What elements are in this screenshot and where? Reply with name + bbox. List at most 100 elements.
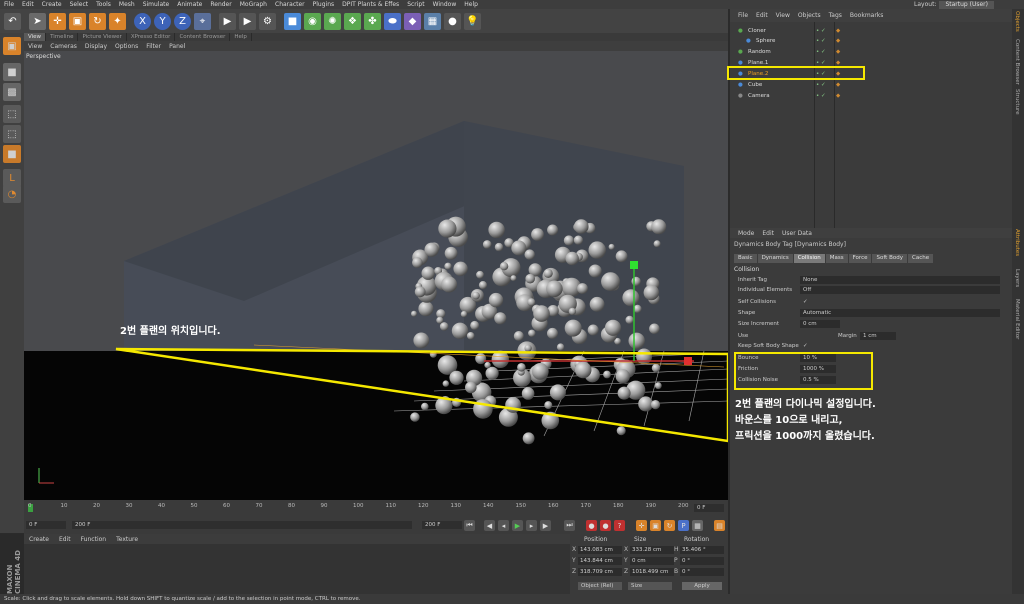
recent-tool-icon[interactable]: ✦	[109, 12, 126, 30]
rotate-icon[interactable]: ↻	[89, 12, 106, 30]
polygons-mode-icon[interactable]: ■	[3, 145, 21, 163]
viewport-menu-display[interactable]: Display	[81, 43, 111, 50]
menu-item-mograph[interactable]: MoGraph	[236, 1, 271, 8]
record-icon[interactable]: ●	[586, 520, 597, 531]
end-frame-field[interactable]: 200 F	[422, 521, 462, 529]
side-tab-attributes[interactable]: Attributes	[1014, 229, 1020, 256]
scale-icon[interactable]: ▣	[69, 12, 86, 30]
start-frame-field[interactable]: 0 F	[26, 521, 66, 529]
om-menu-edit[interactable]: Edit	[752, 12, 772, 19]
move-icon[interactable]: ✛	[49, 12, 66, 30]
make-editable-icon[interactable]: ▣	[3, 37, 21, 55]
object-row-cube[interactable]: ● Cube • ✓ ◆	[730, 80, 1012, 91]
object-row-camera[interactable]: ● Camera • ✓ ◆	[730, 91, 1012, 102]
tab-picture-viewer[interactable]: Picture Viewer	[78, 33, 127, 41]
tab-xpresso-editor[interactable]: XPresso Editor	[127, 33, 176, 41]
prev-frame-icon[interactable]: ◂	[498, 520, 509, 531]
om-menu-file[interactable]: File	[734, 12, 752, 19]
tab-timeline[interactable]: Timeline	[46, 33, 79, 41]
menu-item-character[interactable]: Character	[271, 1, 309, 8]
side-tab-content-browser[interactable]: Content Browser	[1014, 39, 1020, 85]
object-row-random[interactable]: ● Random • ✓ ◆	[730, 47, 1012, 58]
coord-mode-dropdown[interactable]: Object (Rel)	[578, 582, 622, 590]
camera-icon[interactable]: ●	[444, 12, 461, 30]
menu-item-script[interactable]: Script	[403, 1, 428, 8]
menu-item-edit[interactable]: Edit	[18, 1, 38, 8]
go-start-icon[interactable]: ⏮	[464, 520, 475, 531]
object-row-sphere[interactable]: ● Sphere • ✓ ◆	[730, 36, 1012, 47]
frame-range-slider[interactable]: 200 F	[72, 521, 412, 529]
margin-field[interactable]: 1 cm	[860, 332, 896, 340]
om-menu-bookmarks[interactable]: Bookmarks	[846, 12, 888, 19]
attr-tab-cache[interactable]: Cache	[907, 254, 934, 263]
tab-view[interactable]: View	[24, 33, 47, 41]
render-pv-icon[interactable]: ▶	[239, 12, 256, 30]
attr-tab-collision[interactable]: Collision	[793, 254, 825, 263]
menu-item-select[interactable]: Select	[66, 1, 93, 8]
coord-size-field[interactable]: 1018.499 cm	[630, 568, 674, 576]
attr-menu-mode[interactable]: Mode	[734, 230, 758, 237]
viewport-menu-cameras[interactable]: Cameras	[46, 43, 81, 50]
viewport-menu-panel[interactable]: Panel	[165, 43, 189, 50]
attr-value-individual-elements[interactable]: Off	[800, 286, 1000, 294]
deformer-icon[interactable]: ❖	[344, 12, 361, 30]
menu-item-window[interactable]: Window	[429, 1, 461, 8]
apply-button[interactable]: Apply	[682, 582, 722, 590]
attr-menu-user-data[interactable]: User Data	[778, 230, 816, 237]
object-tag-icon[interactable]: ◆	[836, 91, 840, 102]
menu-item-help[interactable]: Help	[460, 1, 482, 8]
size-mode-dropdown[interactable]: Size	[628, 582, 672, 590]
y-axis-icon[interactable]: Y	[154, 12, 171, 30]
3d-viewport[interactable]: Perspective 2번 플랜의 위치입니다.	[24, 51, 728, 500]
z-axis-icon[interactable]: Z	[174, 12, 191, 30]
attr-value-self-collisions[interactable]: ✓	[800, 298, 811, 306]
menu-item-animate[interactable]: Animate	[173, 1, 206, 8]
viewport-menu-filter[interactable]: Filter	[142, 43, 165, 50]
light-icon[interactable]: 💡	[464, 12, 481, 30]
menu-item-dpit-plants-effes[interactable]: DPIT Plants & Effes	[338, 1, 403, 8]
menu-item-tools[interactable]: Tools	[92, 1, 115, 8]
attr-value-size-increment[interactable]: 0 cm	[800, 320, 840, 328]
attr-tab-force[interactable]: Force	[848, 254, 872, 263]
menu-item-mesh[interactable]: Mesh	[115, 1, 139, 8]
current-frame-field[interactable]: 0 F	[694, 504, 724, 512]
spline-icon[interactable]: ✤	[364, 12, 381, 30]
object-tag-icon[interactable]: ◆	[836, 47, 840, 58]
pos-key-icon[interactable]: ✛	[636, 520, 647, 531]
undo-icon[interactable]: ↶	[4, 12, 21, 30]
go-end-icon[interactable]: ⏭	[564, 520, 575, 531]
coord-rot-field[interactable]: 0 °	[680, 568, 724, 576]
nurbs-icon[interactable]: ◉	[304, 12, 321, 30]
scheme-icon[interactable]: ▤	[714, 520, 725, 531]
pla-key-icon[interactable]: ▦	[692, 520, 703, 531]
autokey-icon[interactable]: ●	[600, 520, 611, 531]
render-settings-icon[interactable]: ⚙	[259, 12, 276, 30]
array-icon[interactable]: ✺	[324, 12, 341, 30]
coord-rot-field[interactable]: 0 °	[680, 557, 724, 565]
rot-key-icon[interactable]: ↻	[664, 520, 675, 531]
material-menu-edit[interactable]: Edit	[54, 536, 76, 543]
menu-item-create[interactable]: Create	[38, 1, 66, 8]
menu-item-render[interactable]: Render	[206, 1, 235, 8]
material-icon[interactable]: ◆	[404, 12, 421, 30]
viewport-menu-options[interactable]: Options	[111, 43, 142, 50]
attr-value-keep-soft-body-shape[interactable]: ✓	[800, 342, 811, 350]
points-mode-icon[interactable]: ⬚	[3, 105, 21, 123]
menu-item-plugins[interactable]: Plugins	[309, 1, 339, 8]
cube-primitive-icon[interactable]: ■	[284, 12, 301, 30]
next-frame-icon[interactable]: ▸	[526, 520, 537, 531]
object-tag-icon[interactable]: ◆	[836, 80, 840, 91]
visibility-check-icon[interactable]: • ✓	[816, 47, 826, 58]
keyframe-sel-icon[interactable]: ?	[614, 520, 625, 531]
timeline-ruler[interactable]: 0 F 0 10 20 30 40 50 60 70 80 90 100 110 120 130 140 15…	[24, 500, 728, 516]
om-menu-view[interactable]: View	[772, 12, 794, 19]
model-mode-icon[interactable]: ■	[3, 63, 21, 81]
attr-value-inherit-tag[interactable]: None	[800, 276, 1000, 284]
x-axis-icon[interactable]: X	[134, 12, 151, 30]
om-menu-tags[interactable]: Tags	[825, 12, 846, 19]
attr-tab-basic[interactable]: Basic	[734, 254, 757, 263]
select-arrow-icon[interactable]: ➤	[29, 12, 46, 30]
om-menu-objects[interactable]: Objects	[794, 12, 825, 19]
visibility-check-icon[interactable]: • ✓	[816, 91, 826, 102]
scale-key-icon[interactable]: ▣	[650, 520, 661, 531]
